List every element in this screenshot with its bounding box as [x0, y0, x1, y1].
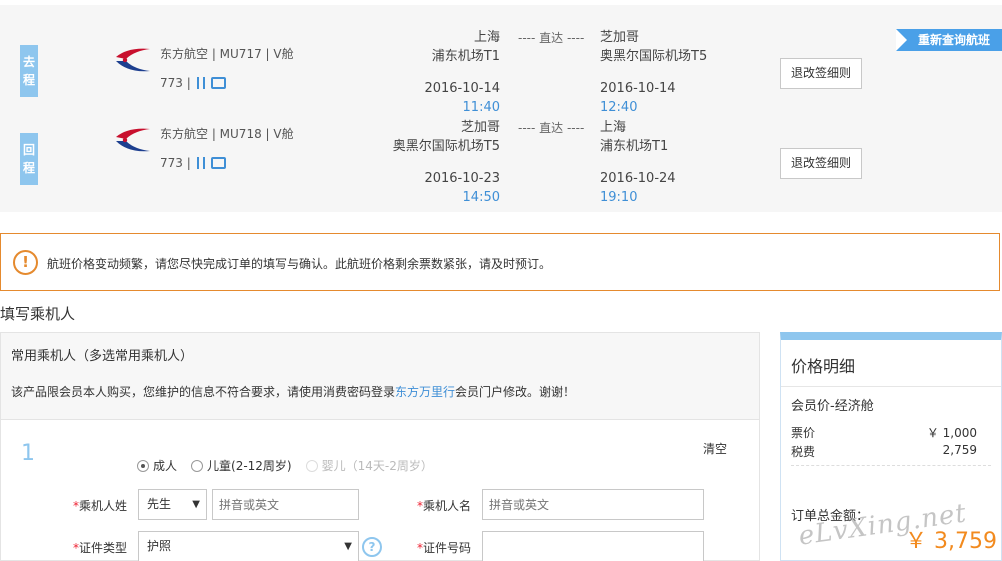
change-refund-rules-button[interactable]: 退改签细则 — [780, 148, 862, 179]
member-note-text: 该产品限会员本人购买，您维护的信息不符合要求，请使用消费密码登录 — [11, 385, 396, 399]
help-icon[interactable]: ? — [362, 537, 382, 557]
title-select-value: 先生 — [147, 497, 172, 511]
price-warning-banner: ! 航班价格变动频繁，请您尽快完成订单的填写与确认。此航班价格剩余票数紧张，请及… — [0, 233, 1000, 291]
departure-airport: 奥黑尔国际机场T5 — [392, 139, 500, 154]
fare-row: 票价 ￥ 1,000 — [791, 424, 977, 441]
outbound-tag: 去程 — [20, 45, 38, 97]
price-detail-title: 价格明细 — [791, 357, 856, 376]
adult-radio[interactable]: 成人 — [137, 457, 177, 474]
return-segment: 回程 东方航空 | MU718 | V舱 773 | 芝加哥 奥黑尔国际机场T5… — [0, 110, 1002, 205]
direct-flight-label: ---- 直达 ---- — [518, 121, 585, 135]
id-type-label: *证件类型 — [72, 541, 127, 555]
departure-info: 芝加哥 奥黑尔国际机场T5 2016-10-23 14:50 — [393, 118, 500, 207]
divider — [791, 465, 991, 466]
passenger-form: 常用乘机人（多选常用乘机人） 该产品限会员本人购买，您维护的信息不符合要求，请使… — [0, 332, 760, 561]
id-number-label: *证件号码 — [416, 541, 471, 555]
cabin-class: 会员价-经济舱 — [791, 399, 874, 414]
adult-label: 成人 — [153, 459, 178, 473]
arrival-info: 上海 浦东机场T1 2016-10-24 19:10 — [600, 118, 676, 207]
arrival-airport: 浦东机场T1 — [600, 139, 669, 154]
departure-city: 芝加哥 — [460, 120, 500, 135]
passenger-number: 1 — [21, 441, 35, 466]
arrival-time: 19:10 — [600, 190, 638, 205]
direct-flight-label: ---- 直达 ---- — [518, 31, 585, 45]
aircraft-info: 773 | — [160, 156, 226, 170]
departure-time: 14:50 — [462, 190, 500, 205]
id-type-value: 护照 — [147, 539, 172, 553]
radio-checked-icon — [137, 459, 149, 472]
departure-city: 上海 — [473, 30, 500, 45]
fare-value: ￥ 1,000 — [926, 426, 977, 440]
fare-label: 票价 — [791, 426, 816, 440]
frequent-passengers-title: 常用乘机人（多选常用乘机人） — [11, 349, 194, 364]
arrival-city: 芝加哥 — [600, 30, 640, 45]
given-name-input[interactable] — [482, 489, 704, 520]
arrival-info: 芝加哥 奥黑尔国际机场T5 2016-10-14 12:40 — [600, 28, 707, 117]
id-type-select[interactable]: 护照 ▼ — [138, 531, 359, 561]
flight-summary-panel: 重新查询航班 去程 东方航空 | MU717 | V舱 773 | 上海 浦东机… — [0, 5, 1002, 212]
aircraft-type: 773 | — [160, 76, 191, 90]
child-radio[interactable]: 儿童(2-12周岁) — [191, 457, 292, 474]
outbound-segment: 去程 东方航空 | MU717 | V舱 773 | 上海 浦东机场T1 201… — [0, 20, 1002, 115]
member-note: 该产品限会员本人购买，您维护的信息不符合要求，请使用消费密码登录东方万里行会员门… — [11, 383, 575, 400]
arrival-date: 2016-10-24 — [600, 171, 676, 186]
clear-button[interactable]: 清空 — [703, 440, 727, 457]
meal-icon — [195, 76, 207, 90]
change-refund-rules-button[interactable]: 退改签细则 — [780, 58, 862, 89]
aircraft-info: 773 | — [160, 76, 226, 90]
return-tag: 回程 — [20, 133, 38, 185]
meal-icon — [195, 156, 207, 170]
warning-text: 航班价格变动频繁，请您尽快完成订单的填写与确认。此航班价格剩余票数紧张，请及时预… — [47, 257, 552, 271]
departure-info: 上海 浦东机场T1 2016-10-14 11:40 — [424, 28, 500, 117]
airline-info: 东方航空 | MU717 | V舱 — [160, 47, 294, 61]
airline-info: 东方航空 | MU718 | V舱 — [160, 127, 294, 141]
departure-date: 2016-10-23 — [424, 171, 500, 186]
departure-date: 2016-10-14 — [424, 81, 500, 96]
member-note-text-end: 会员门户修改。谢谢！ — [455, 385, 576, 399]
child-label: 儿童(2-12周岁) — [207, 459, 292, 473]
eastern-miles-link[interactable]: 东方万里行 — [395, 385, 455, 399]
entertainment-icon — [210, 157, 226, 169]
infant-radio[interactable]: 婴儿（14天-2周岁） — [305, 457, 433, 474]
surname-label: *乘机人姓 — [72, 499, 127, 513]
given-name-label: *乘机人名 — [416, 499, 471, 513]
radio-disabled-icon — [305, 459, 318, 472]
title-select[interactable]: 先生 ▼ — [138, 489, 207, 520]
caret-down-icon: ▼ — [344, 541, 352, 552]
id-number-input[interactable] — [482, 531, 704, 561]
infant-label: 婴儿（14天-2周岁） — [321, 459, 433, 473]
tax-label: 税费 — [791, 445, 816, 459]
china-eastern-logo-icon — [116, 128, 150, 152]
arrival-date: 2016-10-14 — [600, 81, 676, 96]
departure-airport: 浦东机场T1 — [431, 49, 500, 64]
surname-input[interactable] — [212, 489, 359, 520]
arrival-airport: 奥黑尔国际机场T5 — [600, 49, 708, 64]
warning-icon: ! — [13, 250, 38, 275]
tax-row: 税费 2,759 — [791, 443, 977, 460]
tax-value: 2,759 — [942, 443, 977, 457]
caret-down-icon: ▼ — [192, 499, 200, 510]
frequent-passengers-box: 常用乘机人（多选常用乘机人） 该产品限会员本人购买，您维护的信息不符合要求，请使… — [1, 333, 759, 420]
passenger-type-group: 成人 儿童(2-12周岁) 婴儿（14天-2周岁） — [137, 457, 433, 474]
radio-unchecked-icon — [191, 459, 204, 472]
aircraft-type: 773 | — [160, 156, 191, 170]
section-title: 填写乘机人 — [0, 305, 76, 323]
entertainment-icon — [210, 77, 226, 89]
divider — [781, 386, 1001, 387]
china-eastern-logo-icon — [116, 48, 150, 72]
arrival-city: 上海 — [600, 120, 627, 135]
